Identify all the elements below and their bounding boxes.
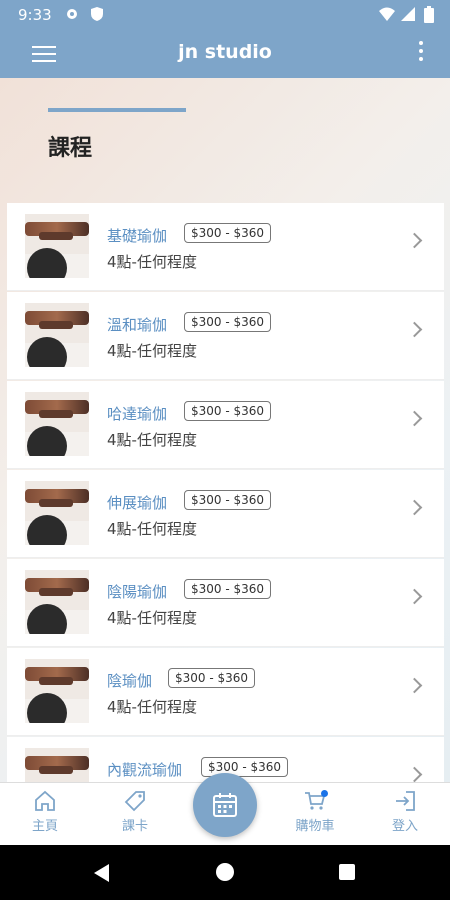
tag-icon (124, 791, 145, 812)
calendar-icon (213, 793, 237, 817)
course-subtitle: 4點-任何程度 (107, 253, 197, 271)
signal-icon (400, 6, 416, 26)
cart-notification-dot (321, 790, 328, 797)
price-badge: $300 - $360 (184, 401, 272, 421)
course-thumbnail (25, 303, 89, 367)
course-name: 伸展瑜伽 (107, 494, 168, 512)
course-item[interactable]: 陰陽瑜伽 $300 - $360 4點-任何程度 (7, 559, 444, 647)
course-list[interactable]: 基礎瑜伽 $300 - $360 4點-任何程度 溫和瑜伽 $300 - $36… (7, 203, 444, 782)
chevron-right-icon (406, 588, 423, 605)
chevron-right-icon (406, 321, 423, 338)
course-name: 哈達瑜伽 (107, 405, 168, 423)
nav-home[interactable]: 主頁 (10, 789, 80, 834)
bottom-navigation: 主頁 課卡 購物車 登入 (0, 773, 450, 846)
course-item[interactable]: 伸展瑜伽 $300 - $360 4點-任何程度 (7, 470, 444, 558)
course-name: 溫和瑜伽 (107, 316, 168, 334)
battery-icon (424, 6, 434, 27)
course-thumbnail (25, 570, 89, 634)
course-thumbnail (25, 392, 89, 456)
login-icon (396, 791, 415, 811)
content-area[interactable]: 課程 基礎瑜伽 $300 - $360 4點-任何程度 溫和瑜伽 $300 - … (0, 78, 450, 782)
chevron-right-icon (406, 766, 423, 782)
course-item[interactable]: 哈達瑜伽 $300 - $360 4點-任何程度 (7, 381, 444, 469)
nav-class-card[interactable]: 課卡 (100, 789, 170, 834)
wifi-icon (378, 6, 396, 26)
price-badge: $300 - $360 (184, 223, 272, 243)
status-time: 9:33 (18, 6, 52, 24)
title-accent-line (48, 108, 186, 112)
course-name: 基礎瑜伽 (107, 227, 168, 245)
course-thumbnail (25, 748, 89, 782)
settings-icon (64, 6, 80, 26)
page-title: 課程 (48, 136, 93, 161)
app-bar: jn studio (0, 30, 450, 78)
nav-login[interactable]: 登入 (370, 789, 440, 834)
course-subtitle: 4點-任何程度 (107, 698, 197, 716)
course-thumbnail (25, 659, 89, 723)
chevron-right-icon (406, 677, 423, 694)
course-name: 陰陽瑜伽 (107, 583, 168, 601)
app-title: jn studio (178, 41, 272, 63)
course-name: 陰瑜伽 (107, 672, 153, 690)
price-badge: $300 - $360 (184, 579, 272, 599)
calendar-fab-button[interactable] (193, 773, 257, 837)
course-thumbnail (25, 214, 89, 278)
course-name: 內觀流瑜伽 (107, 761, 183, 779)
course-subtitle: 4點-任何程度 (107, 342, 197, 360)
course-thumbnail (25, 481, 89, 545)
shield-icon (90, 6, 104, 26)
course-subtitle: 4點-任何程度 (107, 431, 197, 449)
system-navigation-bar (0, 845, 450, 900)
course-subtitle: 4點-任何程度 (107, 520, 197, 538)
course-item[interactable]: 陰瑜伽 $300 - $360 4點-任何程度 (7, 648, 444, 736)
back-icon[interactable] (94, 864, 109, 882)
more-options-icon[interactable] (416, 37, 426, 71)
chevron-right-icon (406, 499, 423, 516)
course-subtitle: 4點-任何程度 (107, 609, 197, 627)
home-icon (35, 790, 55, 811)
nav-class-card-label: 課卡 (121, 819, 148, 834)
recents-icon[interactable] (339, 864, 355, 880)
nav-home-label: 主頁 (31, 819, 58, 834)
home-button-icon[interactable] (216, 863, 234, 881)
chevron-right-icon (406, 232, 423, 249)
price-badge: $300 - $360 (168, 668, 256, 688)
course-item[interactable]: 溫和瑜伽 $300 - $360 4點-任何程度 (7, 292, 444, 380)
nav-cart[interactable]: 購物車 (280, 789, 350, 834)
nav-cart-label: 購物車 (295, 819, 335, 834)
price-badge: $300 - $360 (184, 312, 272, 332)
nav-login-label: 登入 (391, 819, 418, 834)
chevron-right-icon (406, 410, 423, 427)
price-badge: $300 - $360 (184, 490, 272, 510)
course-item[interactable]: 基礎瑜伽 $300 - $360 4點-任何程度 (7, 203, 444, 291)
status-bar: 9:33 (0, 0, 450, 30)
